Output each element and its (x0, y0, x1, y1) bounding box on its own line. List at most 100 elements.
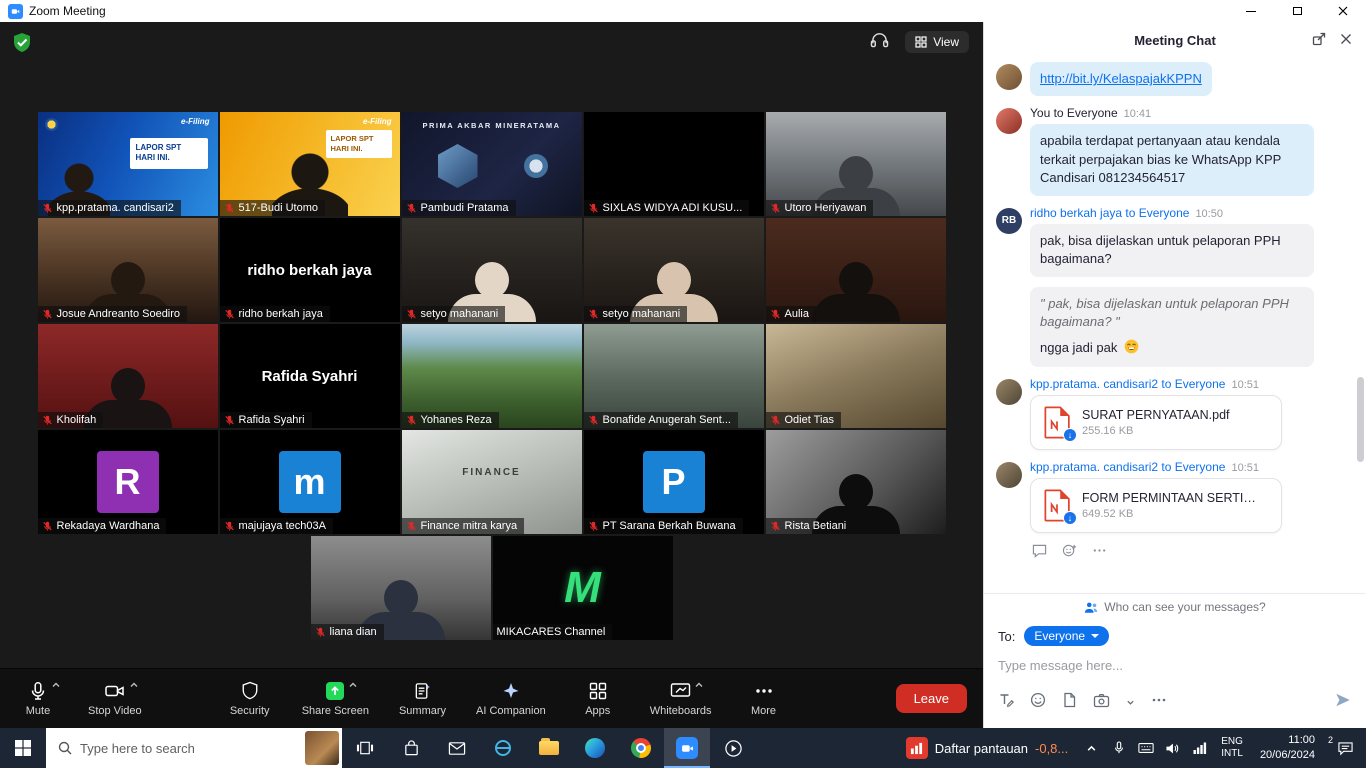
popout-chat-icon[interactable] (1312, 32, 1326, 51)
chat-message-input[interactable] (988, 650, 1343, 681)
screenshot-options-chevron[interactable] (1126, 694, 1135, 712)
participant-tile[interactable]: Odiet Tias (766, 324, 946, 428)
add-reaction-icon[interactable] (1062, 543, 1077, 563)
message-link[interactable]: http://bit.ly/KelaspajakKPPN (1040, 71, 1202, 86)
participant-tile[interactable]: e-Filing LAPOR SPT HARI INI. 517-Budi Ut… (220, 112, 400, 216)
search-highlight-thumbnail[interactable] (305, 731, 339, 765)
participant-tile[interactable]: P PT Sarana Berkah Buwana (584, 430, 764, 534)
participant-tile[interactable]: liana dian (311, 536, 491, 640)
taskbar-clock[interactable]: 11:00 20/06/2024 (1251, 733, 1324, 763)
participant-tile[interactable]: Utoro Heriyawan (766, 112, 946, 216)
mute-button[interactable]: Mute (16, 680, 60, 717)
participant-tile[interactable]: Bonafide Anugerah Sent... (584, 324, 764, 428)
quote-reply-icon[interactable] (1032, 544, 1047, 563)
whiteboards-button[interactable]: Whiteboards (650, 680, 712, 717)
participant-name-label: 517-Budi Utomo (220, 200, 326, 216)
close-chat-icon[interactable] (1340, 32, 1352, 50)
participant-tile[interactable]: Rista Betiani (766, 430, 946, 534)
security-button[interactable]: Security (228, 680, 272, 717)
taskbar-edge-icon[interactable] (572, 728, 618, 768)
participant-tile[interactable]: Aulia (766, 218, 946, 322)
taskbar-zoom-icon[interactable] (664, 728, 710, 768)
taskbar-search-input[interactable] (80, 741, 250, 756)
leave-button[interactable]: Leave (896, 684, 967, 713)
hidden-icons-chevron[interactable] (1078, 728, 1105, 768)
participant-tile[interactable]: ridho berkah jaya ridho berkah jaya (220, 218, 400, 322)
taskbar-store-icon[interactable] (388, 728, 434, 768)
action-center-button[interactable]: 2 (1324, 728, 1366, 768)
participant-name-label: Aulia (766, 306, 816, 322)
file-attach-icon[interactable] (1062, 692, 1077, 713)
muted-mic-icon (588, 521, 599, 532)
close-button[interactable] (1320, 0, 1366, 22)
participant-tile[interactable]: FINANCE Finance mitra karya (402, 430, 582, 534)
muted-mic-icon (770, 203, 781, 214)
maximize-button[interactable] (1274, 0, 1320, 22)
more-button[interactable]: More (742, 680, 786, 717)
more-tools-icon[interactable] (1151, 692, 1167, 713)
participant-tile[interactable]: Kholifah (38, 324, 218, 428)
meeting-toolbar: Mute Stop Video Security (0, 668, 983, 728)
stocks-widget[interactable]: Daftar pantauan -0,8... (896, 728, 1078, 768)
video-options-chevron[interactable] (129, 680, 139, 690)
participant-tile[interactable]: SIXLAS WIDYA ADI KUSU... (584, 112, 764, 216)
file-attachment[interactable]: ↓ FORM PERMINTAAN SERTIFIKAT... 649.52 K… (1030, 478, 1282, 533)
start-button[interactable] (0, 728, 46, 768)
participant-tile[interactable]: Josue Andreanto Soediro (38, 218, 218, 322)
tray-network-icon[interactable] (1186, 728, 1213, 768)
chat-message: kpp.pratama. candisari2 to Everyone10:51… (996, 460, 1356, 533)
muted-mic-icon (42, 521, 53, 532)
share-screen-button[interactable]: Share Screen (302, 680, 369, 717)
participant-tile[interactable]: M MIKACARES Channel (493, 536, 673, 640)
participant-tile[interactable]: Rafida Syahri Rafida Syahri (220, 324, 400, 428)
participant-tile[interactable]: Yohanes Reza (402, 324, 582, 428)
participant-tile[interactable]: PRIMA AKBAR MINERATAMA Pambudi Pratama (402, 112, 582, 216)
view-button[interactable]: View (905, 31, 969, 53)
language-line2: INTL (1221, 748, 1243, 761)
taskbar-internet-explorer-icon[interactable] (480, 728, 526, 768)
more-actions-icon[interactable] (1092, 543, 1107, 563)
screenshot-icon[interactable] (1093, 693, 1110, 713)
download-icon[interactable]: ↓ (1063, 511, 1077, 525)
taskbar-chrome-icon[interactable] (618, 728, 664, 768)
share-options-chevron[interactable] (348, 680, 358, 690)
language-indicator[interactable]: ENG INTL (1213, 736, 1251, 761)
ai-companion-button[interactable]: AI Companion (476, 680, 546, 717)
participant-name: Rekadaya Wardhana (57, 520, 160, 532)
minimize-button[interactable] (1228, 0, 1274, 22)
participant-name: Rista Betiani (785, 520, 847, 532)
participant-name-label: Odiet Tias (766, 412, 842, 428)
participant-tile[interactable]: setyo mahanani (584, 218, 764, 322)
tray-keyboard-icon[interactable] (1132, 728, 1159, 768)
taskbar-search[interactable] (46, 728, 342, 768)
format-text-icon[interactable] (998, 692, 1014, 713)
taskbar-media-player-icon[interactable] (710, 728, 756, 768)
muted-mic-icon (42, 309, 53, 320)
stop-video-button[interactable]: Stop Video (88, 680, 142, 717)
task-view-button[interactable] (342, 728, 388, 768)
meeting-security-shield-icon[interactable] (12, 32, 32, 59)
clock-time: 11:00 (1260, 733, 1315, 748)
summary-button[interactable]: Summary (399, 680, 446, 717)
participant-tile[interactable]: setyo mahanani (402, 218, 582, 322)
participant-name: setyo mahanani (603, 308, 681, 320)
apps-button[interactable]: Apps (576, 680, 620, 717)
tray-speaker-icon[interactable] (1159, 728, 1186, 768)
whiteboard-options-chevron[interactable] (694, 680, 704, 690)
avatar (996, 64, 1022, 90)
mute-options-chevron[interactable] (51, 680, 61, 690)
taskbar-file-explorer-icon[interactable] (526, 728, 572, 768)
download-icon[interactable]: ↓ (1063, 428, 1077, 442)
participant-tile[interactable]: m majujaya tech03A (220, 430, 400, 534)
recipient-selector[interactable]: Everyone (1024, 626, 1109, 646)
file-attachment[interactable]: ↓ SURAT PERNYATAAN.pdf 255.16 KB (1030, 395, 1282, 450)
tray-microphone-icon[interactable] (1105, 728, 1132, 768)
participant-tile[interactable]: e-Filing LAPOR SPT HARI INI. kpp.pratama… (38, 112, 218, 216)
send-message-icon[interactable] (1334, 691, 1352, 714)
chat-scrollbar-thumb[interactable] (1357, 377, 1364, 462)
participant-name-label: SIXLAS WIDYA ADI KUSU... (584, 200, 750, 216)
taskbar-mail-icon[interactable] (434, 728, 480, 768)
emoji-icon[interactable] (1030, 692, 1046, 713)
participant-tile[interactable]: R Rekadaya Wardhana (38, 430, 218, 534)
audio-settings-icon[interactable] (870, 31, 889, 53)
